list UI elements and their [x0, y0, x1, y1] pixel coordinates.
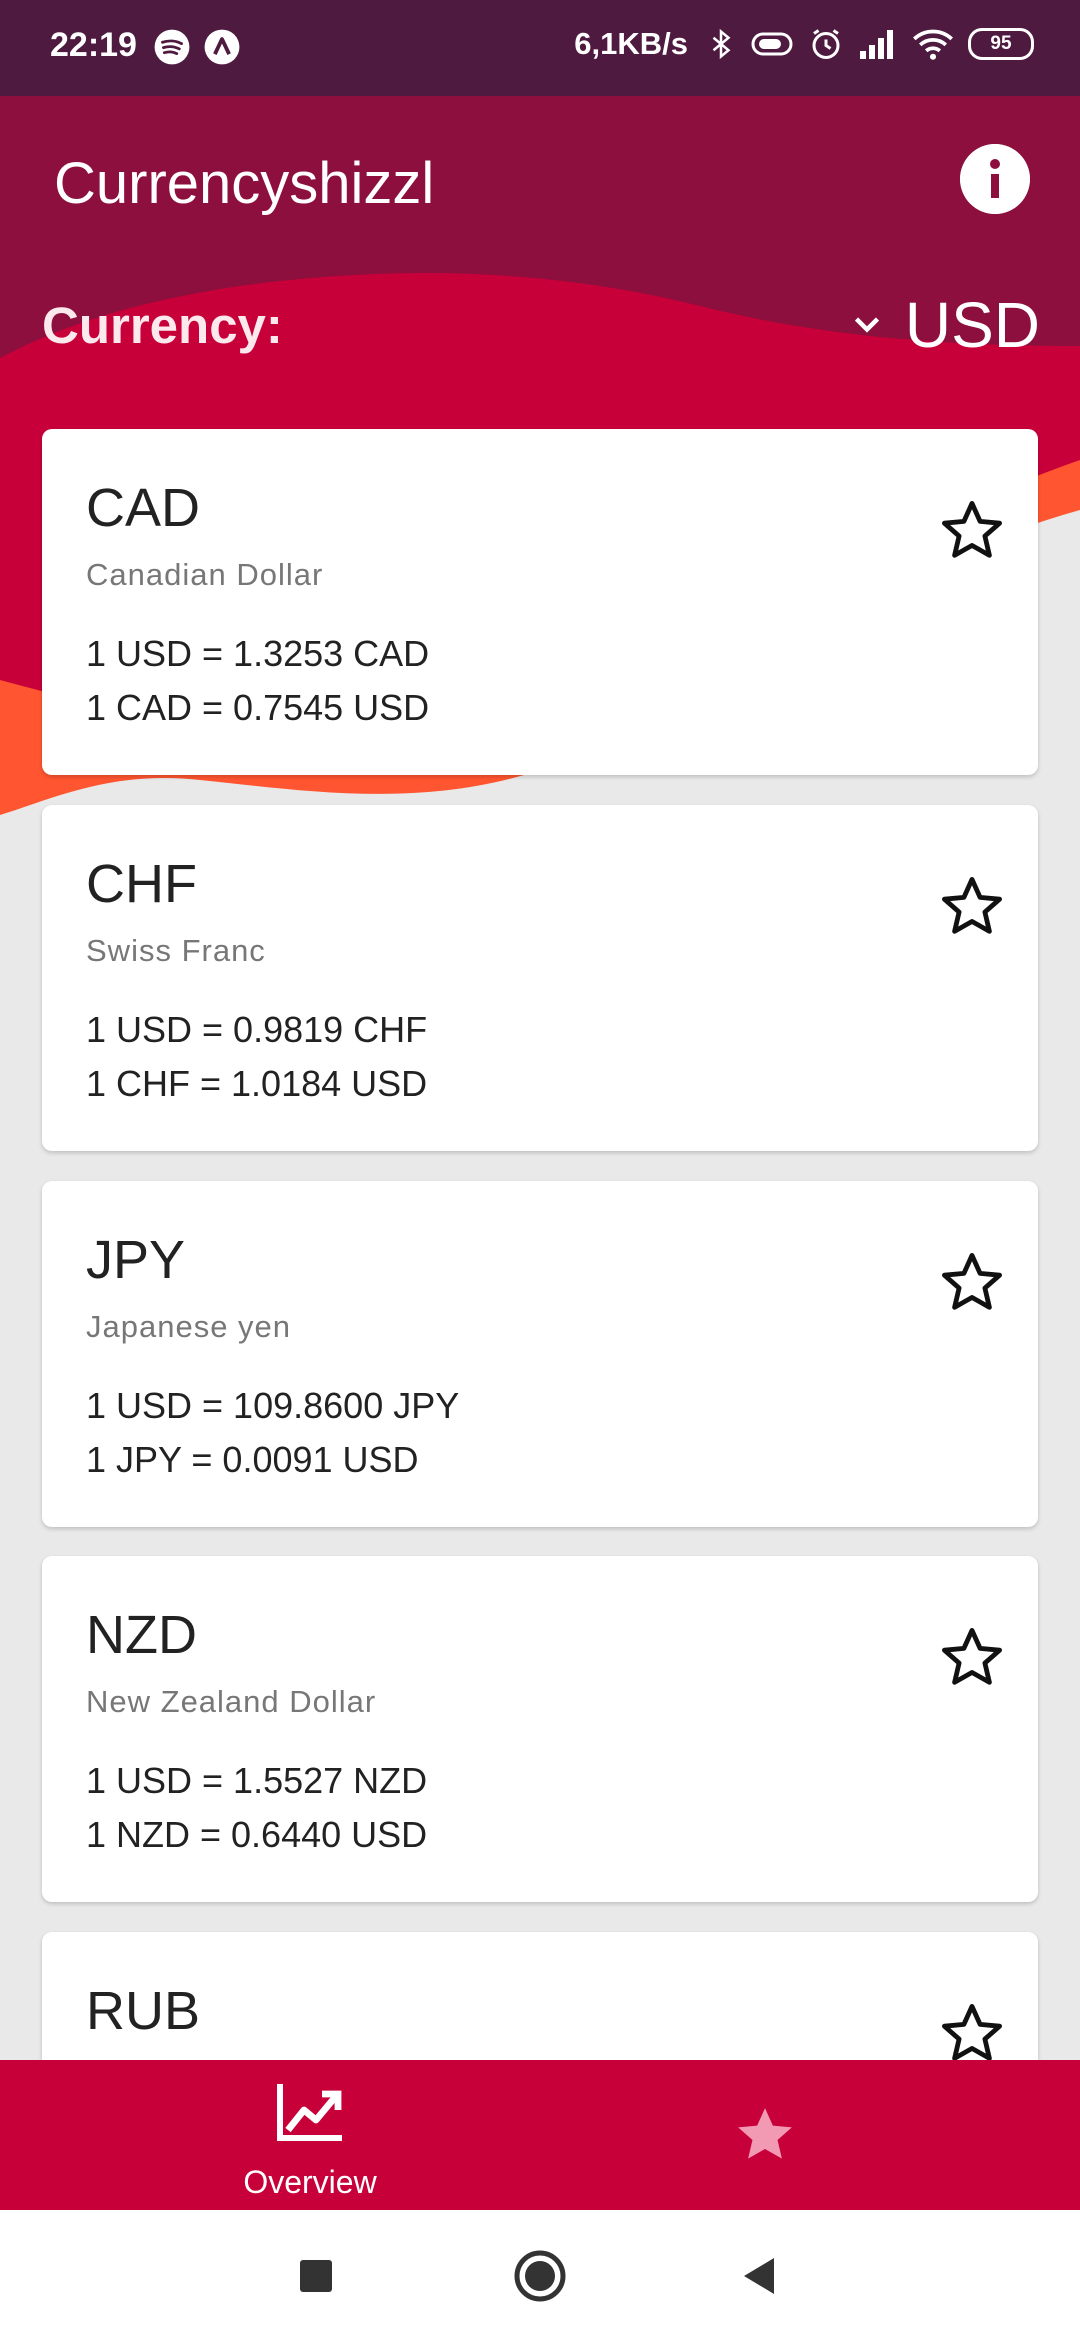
currency-name: Canadian Dollar: [86, 557, 324, 592]
status-time: 22:19: [50, 26, 137, 64]
rate-line-1: 1 USD = 0.9819 CHF: [86, 1009, 428, 1050]
rate-line-2: 1 NZD = 0.6440 USD: [86, 1814, 428, 1855]
currency-name: Japanese yen: [86, 1309, 292, 1344]
recent-apps-icon[interactable]: [286, 2246, 346, 2306]
system-navigation-bar: [0, 2210, 1080, 2340]
bottom-navigation: Overview: [0, 2060, 1080, 2210]
wifi-icon: [913, 29, 953, 60]
app-header: Currencyshizzl Currency: USD: [0, 96, 1080, 426]
status-bar: 22:19 6,1KB/s 95: [0, 0, 1080, 96]
star-icon[interactable]: [936, 495, 1008, 567]
currency-code: NZD: [86, 1605, 197, 1665]
chevron-down-icon: [854, 317, 879, 333]
network-speed: 6,1KB/s: [574, 26, 688, 61]
rate-line-1: 1 USD = 1.5527 NZD: [86, 1760, 428, 1801]
signal-icon: [860, 30, 893, 59]
currency-code: RUB: [86, 1981, 201, 2041]
currency-label: Currency:: [42, 297, 283, 354]
rate-line-2: 1 CAD = 0.7545 USD: [86, 687, 430, 728]
battery-level: 95: [990, 33, 1012, 54]
currency-code: CAD: [86, 478, 201, 538]
currency-name: New Zealand Dollar: [86, 1684, 377, 1719]
nav-item-overview[interactable]: Overview: [220, 2080, 400, 2200]
currency-code: JPY: [86, 1230, 186, 1290]
chart-trending-icon: [277, 2084, 342, 2141]
currency-card-rub[interactable]: RUB: [42, 1932, 1038, 2060]
nav-item-favorites[interactable]: [730, 2100, 800, 2170]
currency-card-chf[interactable]: CHF Swiss Franc 1 USD = 0.9819 CHF 1 CHF…: [42, 805, 1038, 1151]
rate-line-1: 1 USD = 109.8600 JPY: [86, 1385, 460, 1426]
info-icon[interactable]: [960, 144, 1030, 214]
app-icon: [204, 29, 240, 65]
star-icon[interactable]: [936, 1622, 1008, 1694]
app-title: Currencyshizzl: [54, 151, 435, 216]
bluetooth-icon: [712, 28, 731, 60]
vibrate-icon: [751, 32, 793, 56]
currency-selector[interactable]: USD: [849, 288, 1040, 362]
star-icon[interactable]: [936, 1247, 1008, 1319]
currency-name: Swiss Franc: [86, 933, 266, 968]
status-icons: 6,1KB/s 95: [574, 26, 1034, 62]
home-icon[interactable]: [510, 2246, 570, 2306]
selected-currency: USD: [904, 289, 1040, 361]
alarm-icon: [812, 29, 840, 59]
currency-card-cad[interactable]: CAD Canadian Dollar 1 USD = 1.3253 CAD 1…: [42, 429, 1038, 775]
currency-code: CHF: [86, 854, 197, 914]
star-icon[interactable]: [936, 871, 1008, 943]
rate-line-1: 1 USD = 1.3253 CAD: [86, 633, 430, 674]
spotify-icon: [154, 29, 190, 65]
nav-overview-label: Overview: [243, 2164, 377, 2200]
currency-card-jpy[interactable]: JPY Japanese yen 1 USD = 109.8600 JPY 1 …: [42, 1181, 1038, 1527]
header-wave-background: [0, 96, 1080, 426]
star-icon[interactable]: [936, 1998, 1008, 2060]
rate-line-2: 1 JPY = 0.0091 USD: [86, 1439, 419, 1480]
back-icon[interactable]: [730, 2246, 790, 2306]
currency-card-nzd[interactable]: NZD New Zealand Dollar 1 USD = 1.5527 NZ…: [42, 1556, 1038, 1902]
rate-line-2: 1 CHF = 1.0184 USD: [86, 1063, 428, 1104]
battery-icon: 95: [968, 28, 1034, 60]
